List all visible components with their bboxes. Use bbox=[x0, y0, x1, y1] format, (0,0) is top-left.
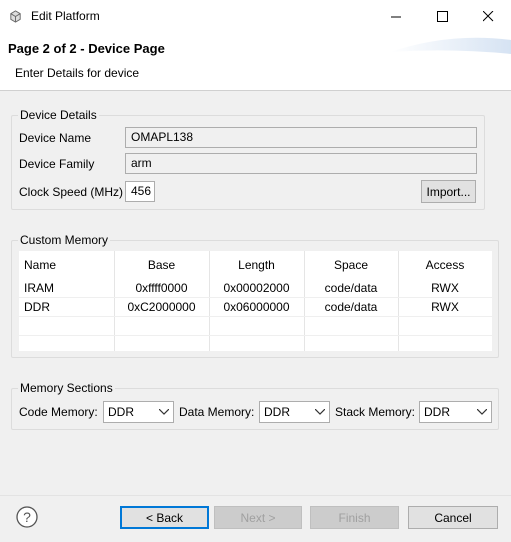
finish-button[interactable]: Finish bbox=[310, 506, 399, 529]
column-header-access[interactable]: Access bbox=[398, 251, 492, 279]
minimize-icon bbox=[390, 16, 401, 17]
cell-space[interactable]: code/data bbox=[304, 297, 399, 317]
data-memory-label: Data Memory: bbox=[179, 405, 255, 419]
code-memory-select[interactable]: DDR bbox=[103, 401, 174, 423]
chevron-down-icon bbox=[315, 409, 325, 415]
title-bar: Edit Platform bbox=[0, 0, 511, 32]
column-header-space[interactable]: Space bbox=[304, 251, 399, 279]
svg-text:?: ? bbox=[23, 509, 31, 525]
close-button[interactable] bbox=[465, 0, 511, 32]
question-mark-icon[interactable]: ? bbox=[16, 506, 38, 528]
cell-base[interactable]: 0xffff0000 bbox=[114, 279, 210, 298]
memory-sections-label: Memory Sections bbox=[18, 381, 115, 395]
cell-access[interactable]: RWX bbox=[398, 297, 492, 317]
window-title: Edit Platform bbox=[31, 9, 100, 23]
column-header-name[interactable]: Name bbox=[19, 251, 115, 279]
table-header-row: Name Base Length Space Access bbox=[19, 251, 492, 279]
page-subtitle: Enter Details for device bbox=[15, 66, 140, 80]
table-row-empty[interactable] bbox=[19, 335, 492, 351]
chevron-down-icon bbox=[477, 409, 487, 415]
custom-memory-label: Custom Memory bbox=[18, 233, 111, 247]
page-title: Page 2 of 2 - Device Page bbox=[8, 41, 165, 56]
device-name-field[interactable]: OMAPL138 bbox=[125, 127, 477, 148]
code-memory-label: Code Memory: bbox=[19, 405, 98, 419]
wizard-banner: Page 2 of 2 - Device Page Enter Details … bbox=[0, 32, 511, 91]
cell-name[interactable]: DDR bbox=[19, 297, 115, 317]
maximize-button[interactable] bbox=[419, 0, 465, 32]
device-name-label: Device Name bbox=[19, 131, 92, 145]
memory-table[interactable]: Name Base Length Space Access IRAM 0xfff… bbox=[19, 251, 492, 351]
banner-decoration bbox=[390, 37, 511, 54]
back-button[interactable]: < Back bbox=[120, 506, 209, 529]
cell-length[interactable]: 0x00002000 bbox=[209, 279, 305, 298]
device-family-label: Device Family bbox=[19, 157, 95, 171]
cell-access[interactable]: RWX bbox=[398, 279, 492, 298]
table-row[interactable]: DDR 0xC2000000 0x06000000 code/data RWX bbox=[19, 297, 492, 317]
footer-separator bbox=[0, 495, 511, 496]
cell-name[interactable]: IRAM bbox=[19, 279, 115, 298]
stack-memory-label: Stack Memory: bbox=[335, 405, 416, 419]
close-icon bbox=[482, 10, 493, 21]
cell-base[interactable]: 0xC2000000 bbox=[114, 297, 210, 317]
maximize-icon bbox=[436, 10, 448, 22]
column-header-length[interactable]: Length bbox=[209, 251, 305, 279]
device-family-field[interactable]: arm bbox=[125, 153, 477, 174]
table-row[interactable]: IRAM 0xffff0000 0x00002000 code/data RWX bbox=[19, 279, 492, 298]
code-memory-value: DDR bbox=[108, 405, 134, 419]
cell-space[interactable]: code/data bbox=[304, 279, 399, 298]
memory-table-container[interactable]: Name Base Length Space Access IRAM 0xfff… bbox=[19, 251, 492, 351]
chevron-down-icon bbox=[159, 409, 169, 415]
next-button[interactable]: Next > bbox=[214, 506, 302, 529]
table-row-empty[interactable] bbox=[19, 316, 492, 336]
stack-memory-select[interactable]: DDR bbox=[419, 401, 492, 423]
clock-speed-field[interactable]: 456 bbox=[125, 181, 155, 202]
import-button[interactable]: Import... bbox=[421, 180, 476, 203]
cell-length[interactable]: 0x06000000 bbox=[209, 297, 305, 317]
data-memory-value: DDR bbox=[264, 405, 290, 419]
clock-speed-label: Clock Speed (MHz) bbox=[19, 185, 124, 199]
stack-memory-value: DDR bbox=[424, 405, 450, 419]
minimize-button[interactable] bbox=[373, 0, 419, 32]
device-details-label: Device Details bbox=[18, 108, 99, 122]
app-gear-icon bbox=[10, 10, 21, 23]
column-header-base[interactable]: Base bbox=[114, 251, 210, 279]
data-memory-select[interactable]: DDR bbox=[259, 401, 330, 423]
cancel-button[interactable]: Cancel bbox=[408, 506, 498, 529]
